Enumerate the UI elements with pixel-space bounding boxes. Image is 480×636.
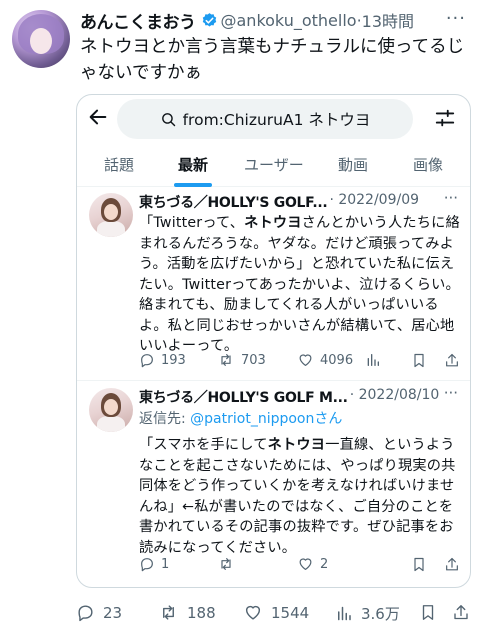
post-header: 東ちづる／HOLLY'S GOLF M... · 2022/08/10: [139, 387, 439, 407]
tweet-text: ネトウヨとか言う言葉もナチュラルに使ってるじゃないですかぁ: [80, 37, 465, 83]
back-arrow-icon[interactable]: [87, 106, 109, 128]
share-icon: [446, 353, 458, 367]
bookmark-button[interactable]: [419, 603, 445, 622]
reply-context: 返信先: @patriot_nippoonさん: [139, 411, 343, 427]
retweet-icon: [221, 558, 231, 570]
views-chart-icon: [367, 354, 379, 366]
like-count: 1544: [271, 603, 310, 622]
more-options-icon[interactable]: ···: [446, 8, 466, 29]
retweet-icon: [221, 354, 231, 366]
share-icon: [454, 605, 468, 620]
post-more-icon[interactable]: ···: [444, 189, 458, 207]
post-date[interactable]: · 2022/08/10: [350, 387, 440, 407]
avatar-face: [30, 28, 52, 54]
heart-icon: [299, 354, 312, 366]
post-actions: 1 2: [139, 556, 459, 576]
retweet-count: 703: [241, 352, 266, 368]
share-button[interactable]: [444, 556, 466, 573]
like-button[interactable]: 2: [297, 556, 328, 572]
heart-icon: [245, 605, 261, 620]
reply-mention-link[interactable]: @patriot_nippoon: [190, 411, 314, 427]
retweet-button[interactable]: [217, 556, 241, 572]
post-author-name[interactable]: 東ちづる／HOLLY'S GOLF...: [139, 192, 328, 212]
highlighted-keyword: ネトウヨ: [244, 215, 302, 231]
post-more-icon[interactable]: ···: [444, 384, 458, 402]
post-author-name[interactable]: 東ちづる／HOLLY'S GOLF M...: [139, 387, 348, 407]
filter-settings-icon[interactable]: [434, 107, 456, 129]
like-button[interactable]: 1544: [243, 603, 309, 622]
reply-button[interactable]: 193: [139, 352, 186, 368]
views-button[interactable]: 3.6万: [335, 603, 400, 624]
like-button[interactable]: 4096: [297, 352, 353, 368]
tab-people[interactable]: ユーザー: [244, 154, 304, 175]
bookmark-icon: [414, 557, 424, 572]
search-result-post[interactable]: 東ちづる／HOLLY'S GOLF M... · 2022/08/10 ··· …: [77, 381, 470, 581]
tab-videos[interactable]: 動画: [338, 154, 368, 175]
retweet-button[interactable]: 703: [217, 352, 266, 368]
bookmark-icon: [414, 353, 424, 368]
post-body: 「Twitterって、ネトウヨさんとかいう人たちに絡まれるんだろうな。ヤダな。だ…: [139, 215, 460, 354]
quoted-image-card[interactable]: from:ChizuruA1 ネトウヨ 話題 最新 ユーザー 動画 画像 東ちづ…: [76, 94, 471, 588]
post-avatar[interactable]: [89, 193, 133, 237]
reply-count: 1: [161, 556, 170, 572]
retweet-icon: [163, 605, 174, 620]
reply-button[interactable]: 23: [76, 603, 122, 622]
heart-icon: [299, 558, 312, 570]
search-query: from:ChizuruA1 ネトウヨ: [182, 111, 371, 129]
retweet-button[interactable]: 188: [158, 603, 216, 622]
search-bar: from:ChizuruA1 ネトウヨ: [77, 95, 470, 145]
search-input[interactable]: from:ChizuruA1 ネトウヨ: [117, 99, 413, 139]
share-icon: [446, 557, 458, 571]
views-button[interactable]: [365, 352, 387, 368]
reply-count: 193: [161, 352, 186, 368]
avatar[interactable]: [12, 10, 70, 68]
search-result-post[interactable]: 東ちづる／HOLLY'S GOLF... · 2022/09/09 ··· 「T…: [77, 187, 470, 380]
post-avatar[interactable]: [89, 388, 133, 432]
reply-icon: [78, 605, 93, 622]
bookmark-button[interactable]: [411, 556, 433, 573]
views-chart-icon: [338, 606, 351, 621]
handle[interactable]: @ankoku_othello: [221, 11, 357, 30]
search-tabs: 話題 最新 ユーザー 動画 画像: [77, 145, 470, 187]
retweet-count: 188: [187, 603, 216, 622]
share-button[interactable]: [444, 352, 466, 369]
reply-icon: [141, 558, 153, 572]
post-date[interactable]: · 2022/09/09: [329, 192, 419, 212]
reply-button[interactable]: 1: [139, 556, 169, 572]
post-actions: 193 703 4096: [139, 352, 459, 372]
display-name[interactable]: あんこくまおう: [80, 8, 196, 33]
tab-latest[interactable]: 最新: [178, 154, 208, 175]
bookmark-icon: [422, 605, 434, 620]
bookmark-button[interactable]: [411, 352, 433, 369]
verified-badge-icon: [202, 12, 216, 27]
tab-top[interactable]: 話題: [104, 154, 134, 175]
post-header: 東ちづる／HOLLY'S GOLF... · 2022/09/09: [139, 192, 419, 212]
reply-icon: [141, 354, 153, 368]
tab-images[interactable]: 画像: [413, 154, 443, 175]
view-count: 3.6万: [361, 605, 400, 623]
share-button[interactable]: [452, 603, 478, 622]
highlighted-keyword: ネトウヨ: [267, 437, 326, 453]
timestamp[interactable]: 13時間: [362, 8, 414, 32]
tweet-actions: 23 188 1544 3.6万: [76, 603, 476, 627]
like-count: 4096: [320, 352, 354, 368]
like-count: 2: [320, 556, 329, 572]
tweet-header: あんこくまおう @ankoku_othello · 13時間 ···: [80, 8, 470, 33]
reply-count: 23: [103, 603, 123, 622]
search-icon: [161, 112, 175, 126]
post-body: 「スマホを手にしてネトウヨ一直線、というようなことを起こさないためには、やっぱり…: [139, 437, 456, 556]
